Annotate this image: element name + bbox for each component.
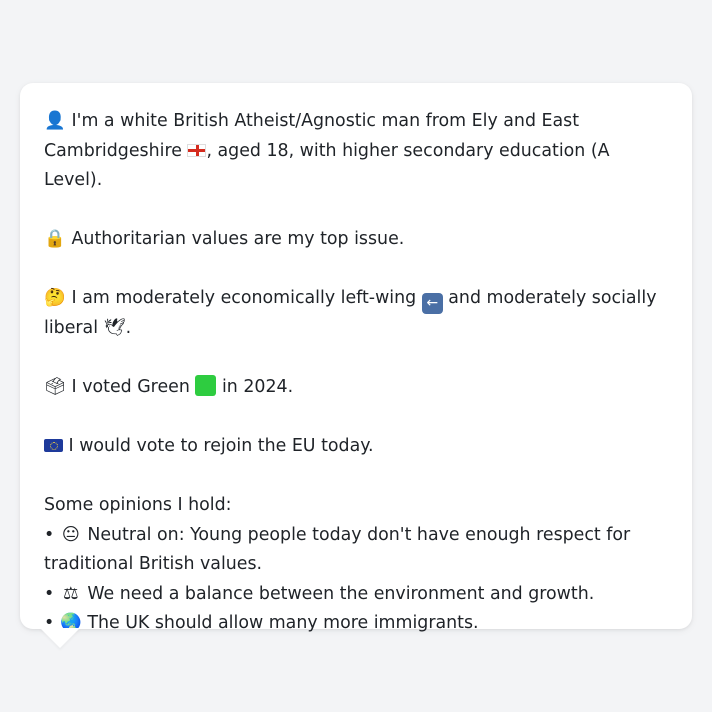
profile-card: 👤 I'm a white British Atheist/Agnostic m…	[20, 83, 692, 633]
speech-bubble-tail	[40, 628, 80, 648]
eu-text: I would vote to rejoin the EU today.	[68, 436, 374, 456]
dove-icon: 🕊	[103, 318, 126, 338]
opinion-item: • 🌏 The UK should allow many more immigr…	[44, 609, 670, 639]
opinion-text: Neutral on: Young people today don't hav…	[44, 524, 631, 575]
england-flag-icon	[187, 143, 207, 157]
opinion-item: • 😐 Neutral on: Young people today don't…	[44, 521, 670, 580]
ballot-box-icon: 🗳	[44, 377, 67, 397]
top-issue-line: 🔒 Authoritarian values are my top issue.	[44, 225, 670, 255]
bullet: •	[44, 583, 55, 604]
left-arrow-icon: ←	[421, 293, 443, 314]
opinion-item: • ⚖ We need a balance between the enviro…	[44, 580, 670, 610]
politics-text: I am moderately economically left-wing	[71, 288, 417, 308]
eu-flag-icon	[44, 439, 63, 452]
opinions-heading: Some opinions I hold:	[44, 495, 232, 515]
top-issue-text: Authoritarian values are my top issue.	[71, 229, 405, 249]
vote-line: 🗳 I voted Green in 2024.	[44, 373, 670, 403]
scales-icon: ⚖	[63, 583, 79, 604]
opinion-text: The UK should allow many more immigrants…	[87, 613, 479, 633]
politics-text-end: .	[125, 318, 132, 338]
intro-line: 👤 I'm a white British Atheist/Agnostic m…	[44, 107, 670, 196]
lock-icon: 🔒	[44, 229, 66, 249]
bullet: •	[44, 524, 55, 545]
person-silhouette-icon: 👤	[44, 111, 66, 131]
vote-text: I voted Green	[71, 377, 190, 397]
green-square-icon	[195, 375, 217, 396]
politics-line: 🤔 I am moderately economically left-wing…	[44, 284, 670, 344]
eu-line: I would vote to rejoin the EU today.	[44, 432, 670, 462]
opinion-text: We need a balance between the environmen…	[87, 583, 595, 604]
neutral-face-icon: 😐	[61, 524, 80, 545]
thinking-face-icon: 🤔	[44, 288, 66, 308]
vote-text-end: in 2024.	[221, 377, 294, 397]
